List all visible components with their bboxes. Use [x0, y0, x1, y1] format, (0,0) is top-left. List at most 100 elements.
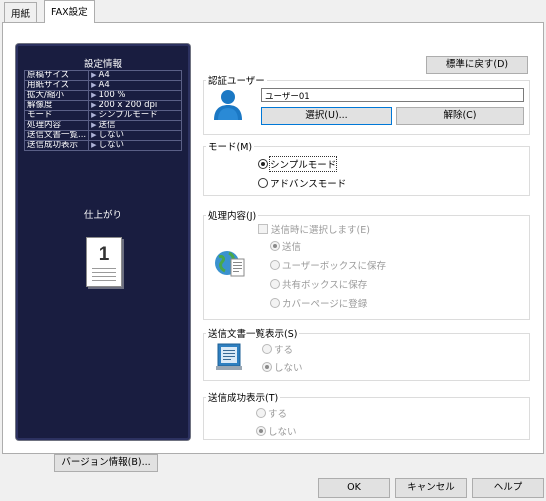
version-info-button[interactable]: バージョン情報(B)... — [54, 454, 158, 472]
row-key: 送信成功表示 — [23, 140, 90, 151]
row-value: A4 — [98, 70, 110, 80]
row-value: 送信 — [98, 120, 116, 130]
table-row: 処理内容 ▶ 送信 — [23, 120, 182, 131]
radio-label: アドバンスモード — [270, 179, 347, 190]
document-list-icon — [216, 343, 242, 370]
mode-simple-radio[interactable]: シンプルモード — [258, 156, 338, 172]
row-value-cell: ▶ 200 x 200 dpi — [88, 100, 182, 111]
row-value-cell: ▶ 送信 — [88, 120, 182, 131]
success-display-on-radio[interactable]: する — [256, 407, 288, 420]
restore-default-button[interactable]: 標準に戻す(D) — [426, 56, 528, 74]
table-row: 用紙サイズ ▶ A4 — [23, 80, 182, 91]
table-row: 送信文書一覧... ▶ しない — [23, 130, 182, 141]
arrow-icon: ▶ — [91, 121, 97, 130]
sent-list-on-radio[interactable]: する — [262, 343, 294, 356]
row-key: 用紙サイズ — [23, 80, 90, 91]
processing-title: 処理内容(J) — [206, 208, 259, 222]
row-value: シンプルモード — [98, 110, 158, 120]
cancel-button[interactable]: キャンセル — [395, 478, 467, 498]
radio-button[interactable] — [256, 408, 266, 418]
arrow-icon: ▶ — [91, 71, 97, 80]
radio-button[interactable] — [270, 260, 280, 270]
clear-user-button[interactable]: 解除(C) — [396, 107, 524, 125]
table-row: モード ▶ シンプルモード — [23, 110, 182, 121]
processing-send-radio[interactable]: 送信 — [270, 240, 302, 253]
mode-advanced-radio[interactable]: アドバンスモード — [258, 177, 347, 190]
radio-label: シンプルモード — [268, 156, 338, 172]
radio-label: カバーページに登録 — [282, 299, 368, 310]
row-value: 200 x 200 dpi — [98, 100, 158, 110]
page-preview-icon: 1 — [86, 237, 122, 287]
row-key: 原稿サイズ — [23, 70, 90, 81]
row-value-cell: ▶ シンプルモード — [88, 110, 182, 121]
radio-label: 送信 — [282, 242, 302, 253]
finish-preview-label: 仕上がり — [83, 210, 122, 221]
row-value-cell: ▶ A4 — [88, 80, 182, 91]
tab-paper[interactable]: 用紙 — [4, 2, 38, 22]
settings-info-table: 原稿サイズ ▶ A4 用紙サイズ ▶ A4 拡大/縮小 ▶ 100 % 解像度 ▶ 200 x … — [23, 70, 182, 151]
auth-user-name-field[interactable]: ユーザー01 — [261, 88, 524, 102]
row-value-cell: ▶ 100 % — [88, 90, 182, 101]
radio-button[interactable] — [258, 159, 268, 169]
row-value-cell: ▶ A4 — [88, 70, 182, 81]
radio-label: 共有ボックスに保存 — [282, 280, 368, 291]
arrow-icon: ▶ — [91, 131, 97, 140]
select-on-send-checkbox[interactable]: 送信時に選択します(E) — [258, 223, 370, 236]
table-row: 送信成功表示 ▶ しない — [23, 140, 182, 151]
row-value-cell: ▶ しない — [88, 140, 182, 151]
row-key: モード — [23, 110, 90, 121]
processing-user-box-radio[interactable]: ユーザーボックスに保存 — [270, 259, 387, 272]
success-display-title: 送信成功表示(T) — [206, 390, 281, 404]
user-icon — [214, 90, 242, 120]
arrow-icon: ▶ — [91, 111, 97, 120]
sent-list-off-radio[interactable]: しない — [262, 361, 303, 374]
row-value-cell: ▶ しない — [88, 130, 182, 141]
row-key: 拡大/縮小 — [23, 90, 90, 101]
sent-list-group — [203, 333, 530, 381]
row-value: しない — [98, 130, 125, 140]
radio-label: しない — [274, 363, 303, 374]
tab-fax-settings[interactable]: FAX設定 — [44, 0, 95, 23]
table-row: 拡大/縮小 ▶ 100 % — [23, 90, 182, 101]
radio-button[interactable] — [270, 279, 280, 289]
arrow-icon: ▶ — [91, 81, 97, 90]
processing-shared-box-radio[interactable]: 共有ボックスに保存 — [270, 278, 368, 291]
help-button[interactable]: ヘルプ — [472, 478, 544, 498]
ok-button[interactable]: OK — [318, 478, 390, 498]
sent-list-title: 送信文書一覧表示(S) — [206, 326, 300, 340]
radio-button[interactable] — [270, 241, 280, 251]
radio-button[interactable] — [256, 426, 266, 436]
row-key: 解像度 — [23, 100, 90, 111]
tab-label: FAX設定 — [51, 7, 88, 18]
radio-label: する — [268, 409, 288, 420]
mode-group — [203, 146, 530, 196]
radio-button[interactable] — [262, 362, 272, 372]
radio-label: ユーザーボックスに保存 — [282, 261, 387, 272]
arrow-icon: ▶ — [91, 141, 97, 150]
auth-user-title: 認証ユーザー — [206, 73, 267, 87]
radio-button[interactable] — [270, 298, 280, 308]
table-row: 原稿サイズ ▶ A4 — [23, 70, 182, 81]
row-key: 送信文書一覧... — [23, 130, 90, 141]
checkbox-label: 送信時に選択します(E) — [271, 225, 370, 236]
row-value: 100 % — [98, 90, 126, 100]
success-display-off-radio[interactable]: しない — [256, 425, 297, 438]
radio-button[interactable] — [262, 344, 272, 354]
radio-label: する — [274, 345, 294, 356]
row-value: しない — [98, 140, 125, 150]
select-user-button[interactable]: 選択(U)... — [261, 107, 392, 125]
page-number: 1 — [98, 244, 110, 265]
fax-send-icon — [215, 251, 245, 277]
tab-label: 用紙 — [11, 9, 31, 20]
checkbox[interactable] — [258, 224, 268, 234]
text-lines-decoration — [92, 268, 116, 282]
processing-cover-page-radio[interactable]: カバーページに登録 — [270, 297, 368, 310]
row-key: 処理内容 — [23, 120, 90, 131]
mode-title: モード(M) — [206, 139, 255, 153]
radio-button[interactable] — [258, 178, 268, 188]
arrow-icon: ▶ — [91, 91, 97, 100]
table-row: 解像度 ▶ 200 x 200 dpi — [23, 100, 182, 111]
arrow-icon: ▶ — [91, 101, 97, 110]
row-value: A4 — [98, 80, 110, 90]
radio-label: しない — [268, 427, 297, 438]
